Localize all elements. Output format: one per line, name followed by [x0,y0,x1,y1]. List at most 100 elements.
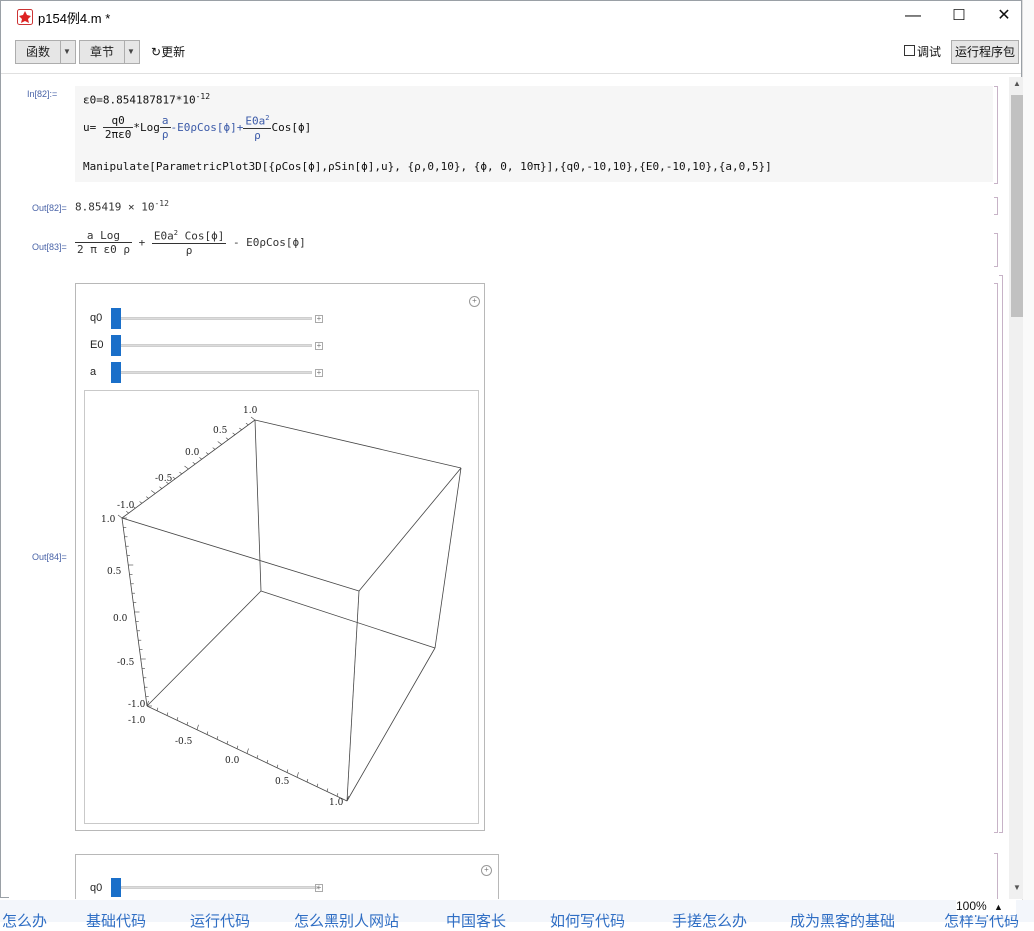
plot-frame[interactable]: -1.0 -0.5 0.0 0.5 1.0 1.0 0.5 0.0 -0.5 -1.0 -1.0 -0… [84,390,479,824]
u-prefix: u= [83,120,97,134]
u-fraction-2: aρ [159,114,171,142]
background-link[interactable]: 成为黑客的基础 [790,910,895,931]
out83-frac1-den: 2 π ε0 ρ [77,243,130,257]
tick-mark [172,476,176,480]
background-link[interactable]: 怎么黑别人网站 [294,910,399,931]
tick-mark [316,783,319,787]
u-frac3-num: E0a [245,114,266,128]
cell-bracket[interactable] [994,86,998,184]
u-tail: Cos[ϕ] [271,120,312,134]
out82-mantissa: 8.85419 × 10 [75,200,155,214]
close-button[interactable]: ✕ [981,1,1027,31]
slider-label-q0: q0 [90,882,103,894]
y-tick-label: 0.0 [113,614,128,624]
x-tick-label: 0.0 [185,448,200,458]
slider-track[interactable] [112,371,312,374]
minimize-button[interactable]: — [890,1,936,31]
input-cell[interactable]: ε0=8.854187817*10-12 u= q0 2πε0 *Log a ρ -E0ρ… [75,86,993,182]
slider-track[interactable] [121,886,319,889]
u-frac2-num: a [159,114,171,129]
tick-mark [205,452,209,455]
tick-mark [199,457,202,460]
epsilon-definition: ε0=8.854187817*10 [83,93,196,107]
slider-thumb-q0[interactable] [111,308,121,329]
refresh-button[interactable]: ↻更新 [151,43,185,60]
group-bracket[interactable] [999,275,1003,833]
out83-fraction-1: a Log 2 π ε0 ρ [75,229,132,256]
tick-mark [246,748,249,754]
plus-icon[interactable]: + [315,342,323,350]
slider-track[interactable] [112,344,312,347]
tick-mark [226,740,229,745]
tick-mark [159,486,163,489]
u-frac1-den: 2πε0 [104,128,132,142]
chevron-down-icon: ▼ [63,47,71,56]
tick-mark [256,755,259,759]
maximize-button[interactable]: ☐ [936,1,982,31]
tick-mark [276,764,279,768]
background-link[interactable]: 手搓怎么办 [672,910,747,931]
out83-frac2-num: E0a [153,229,174,243]
debug-checkbox[interactable] [904,45,915,56]
tick-mark [206,731,209,735]
tick-mark [239,427,242,431]
cell-bracket[interactable] [994,197,998,215]
plus-icon[interactable]: + [315,884,323,892]
slider-label-a: a [90,366,97,378]
slider-thumb[interactable] [111,878,121,897]
cell-bracket[interactable] [994,233,998,267]
scrollbar-thumb[interactable] [1011,95,1023,317]
sections-dropdown-label: 章节 [80,41,125,63]
zoom-control[interactable]: 100% ▲ [956,899,1016,915]
tick-mark [139,501,143,504]
functions-dropdown[interactable]: 函数 ▼ [15,40,76,64]
tick-mark [166,712,169,716]
slider-label-q0: q0 [90,312,103,324]
scroll-up-icon[interactable]: ▲ [1011,79,1023,91]
background-link[interactable]: 中国客长 [446,910,506,931]
manipulate-panel-2[interactable]: + q0 + [75,854,499,899]
tick-mark [266,759,269,764]
zoom-up-icon[interactable]: ▲ [994,902,1003,912]
refresh-icon: ↻ [151,45,162,59]
editor-window: p154例4.m * — ☐ ✕ 函数 ▼ 章节 ▼ ↻更新 调试 运行程序包 … [0,0,1023,899]
out83-frac2-den: ρ [185,243,193,257]
slider-thumb-a[interactable] [111,362,121,383]
cell-bracket[interactable] [994,283,998,833]
cell-bracket[interactable] [994,853,998,899]
box-edge [254,419,462,469]
manipulate-panel[interactable]: + q0 + E0 + a + -1.0 -0.5 0.0 0.5 1.0 1.0 0.5 0.0 -0.… [75,283,485,831]
background-link[interactable]: 如何写代码 [550,910,625,931]
tick-mark [212,447,216,450]
plus-icon[interactable]: + [315,369,323,377]
plus-icon[interactable]: + [481,865,492,876]
box-edge [121,517,360,592]
plus-icon[interactable]: + [469,296,480,307]
in82-label: In[82]:= [27,89,58,99]
tick-mark [192,462,196,465]
tick-mark [250,416,256,421]
zoom-value: 100% [956,899,987,913]
slider-track[interactable] [112,317,312,320]
u-frac2-den: ρ [161,128,169,142]
scroll-down-icon[interactable]: ▼ [1011,883,1023,895]
tick-mark [126,511,129,514]
background-link[interactable]: 运行代码 [190,910,250,931]
tick-mark [232,432,236,435]
plus-icon[interactable]: + [315,315,323,323]
tick-mark [286,769,289,773]
plot-3d-box[interactable]: -1.0 -0.5 0.0 0.5 1.0 1.0 0.5 0.0 -0.5 -1.0 -1.0 -0… [85,391,478,823]
x-tick-label: 1.0 [243,406,258,416]
background-link[interactable]: 基础代码 [86,910,146,931]
y-tick-label: 1.0 [101,515,116,525]
run-package-button[interactable]: 运行程序包 [951,40,1019,64]
slider-thumb-e0[interactable] [111,335,121,356]
notebook-area[interactable]: In[82]:= ε0=8.854187817*10-12 u= q0 2πε0 *… [9,75,1013,899]
out82-exponent: -12 [154,199,169,208]
background-link[interactable]: 怎么办 [2,910,47,931]
sections-dropdown[interactable]: 章节 ▼ [79,40,140,64]
tick-mark [176,717,179,721]
tick-mark [245,422,249,426]
x-tick-label: -1.0 [117,501,135,511]
tick-mark [216,736,219,740]
